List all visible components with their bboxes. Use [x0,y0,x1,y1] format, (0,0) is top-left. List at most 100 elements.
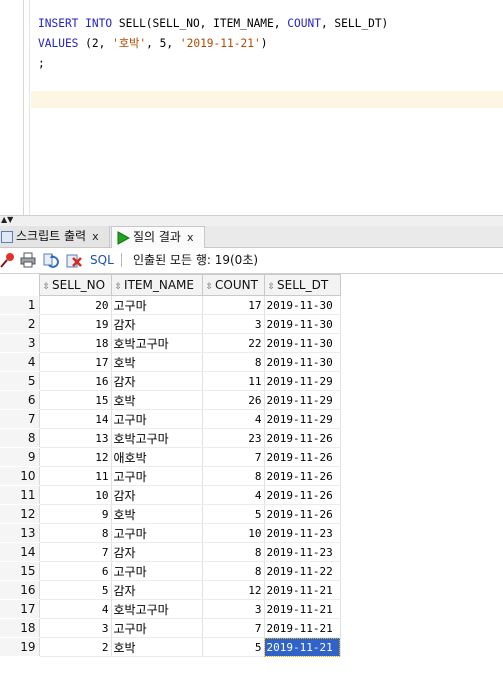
cell-count[interactable]: 26 [202,390,265,410]
cell-sell-no[interactable]: 7 [39,542,112,562]
cell-sell-dt[interactable]: 2019-11-21 [264,618,341,638]
result-grid[interactable]: ⇳ SELL_NO ⇳ ITEM_NAME ⇳ COUNT ⇳ SELL_DT 1 20 고… [0,274,341,657]
cell-count[interactable]: 23 [202,428,265,448]
cell-sell-dt[interactable]: 2019-11-26 [264,447,341,467]
cell-item-name[interactable]: 고구마 [111,618,203,638]
table-row[interactable]: 15 6 고구마 8 2019-11-22 [0,561,341,581]
cell-count[interactable]: 12 [202,580,265,600]
sort-icon[interactable]: ⇳ [268,282,276,292]
pin-icon[interactable] [0,252,16,268]
cell-sell-no[interactable]: 3 [39,618,112,638]
cell-item-name[interactable]: 감자 [111,371,203,391]
cell-sell-dt[interactable]: 2019-11-21 [264,580,341,600]
table-row[interactable]: 6 15 호박 26 2019-11-29 [0,390,341,410]
table-row[interactable]: 1 20 고구마 17 2019-11-30 [0,295,341,315]
table-row[interactable]: 11 10 감자 4 2019-11-26 [0,485,341,505]
table-row[interactable]: 9 12 애호박 7 2019-11-26 [0,447,341,467]
cell-item-name[interactable]: 고구마 [111,466,203,486]
cell-item-name[interactable]: 감자 [111,542,203,562]
cell-count[interactable]: 3 [202,314,265,334]
cell-sell-no[interactable]: 10 [39,485,112,505]
column-header-sell-dt[interactable]: ⇳ SELL_DT [263,274,341,296]
cell-item-name[interactable]: 호박고구마 [111,428,203,448]
cell-count[interactable]: 8 [202,542,265,562]
cell-item-name[interactable]: 고구마 [111,561,203,581]
cell-sell-no[interactable]: 18 [39,333,112,353]
cell-count[interactable]: 4 [202,409,265,429]
cell-sell-no[interactable]: 8 [39,523,112,543]
cell-sell-dt[interactable]: 2019-11-23 [264,542,341,562]
cell-item-name[interactable]: 호박 [111,637,203,657]
cell-item-name[interactable]: 감자 [111,485,203,505]
cell-sell-dt[interactable]: 2019-11-23 [264,523,341,543]
close-icon[interactable]: x [92,226,99,247]
cell-item-name[interactable]: 호박 [111,352,203,372]
cell-count[interactable]: 4 [202,485,265,505]
table-row[interactable]: 8 13 호박고구마 23 2019-11-26 [0,428,341,448]
column-header-item-name[interactable]: ⇳ ITEM_NAME [110,274,203,296]
cell-sell-no[interactable]: 14 [39,409,112,429]
table-row[interactable]: 12 9 호박 5 2019-11-26 [0,504,341,524]
cell-item-name[interactable]: 호박고구마 [111,599,203,619]
cell-count[interactable]: 5 [202,637,265,657]
table-row[interactable]: 19 2 호박 5 2019-11-21 [0,637,341,657]
cell-count[interactable]: 17 [202,295,265,315]
table-row[interactable]: 18 3 고구마 7 2019-11-21 [0,618,341,638]
cell-count[interactable]: 11 [202,371,265,391]
sql-button[interactable]: SQL [90,252,114,268]
cell-sell-no[interactable]: 16 [39,371,112,391]
cell-sell-dt[interactable]: 2019-11-30 [264,333,341,353]
cell-sell-dt[interactable]: 2019-11-29 [264,409,341,429]
sql-code[interactable]: INSERT INTO SELL(SELL_NO, ITEM_NAME, COU… [38,14,388,74]
table-row[interactable]: 10 11 고구마 8 2019-11-26 [0,466,341,486]
cell-count[interactable]: 22 [202,333,265,353]
tab-query-result[interactable]: 질의 결과 x [111,226,205,248]
cell-item-name[interactable]: 고구마 [111,295,203,315]
cell-count[interactable]: 7 [202,618,265,638]
table-row[interactable]: 3 18 호박고구마 22 2019-11-30 [0,333,341,353]
cell-sell-no[interactable]: 11 [39,466,112,486]
cell-count[interactable]: 8 [202,466,265,486]
cell-sell-dt[interactable]: 2019-11-29 [264,371,341,391]
cell-count[interactable]: 3 [202,599,265,619]
cell-sell-dt[interactable]: 2019-11-30 [264,314,341,334]
cell-count[interactable]: 8 [202,561,265,581]
splitter-collapse-icon[interactable]: ▲▼ [1,216,13,224]
table-row[interactable]: 2 19 감자 3 2019-11-30 [0,314,341,334]
cell-sell-dt[interactable]: 2019-11-26 [264,485,341,505]
cell-count[interactable]: 7 [202,447,265,467]
cell-item-name[interactable]: 애호박 [111,447,203,467]
sql-editor[interactable]: INSERT INTO SELL(SELL_NO, ITEM_NAME, COU… [0,0,503,215]
cell-count[interactable]: 8 [202,352,265,372]
cell-item-name[interactable]: 고구마 [111,409,203,429]
cell-sell-no[interactable]: 6 [39,561,112,581]
cell-count[interactable]: 5 [202,504,265,524]
print-icon[interactable] [20,252,36,268]
table-row[interactable]: 14 7 감자 8 2019-11-23 [0,542,341,562]
cell-sell-dt[interactable]: 2019-11-21 [264,599,341,619]
cell-sell-no[interactable]: 2 [39,637,112,657]
cell-sell-dt[interactable]: 2019-11-21 [264,637,341,657]
tab-script-output[interactable]: 스크립트 출력 x [0,226,110,247]
cell-item-name[interactable]: 호박고구마 [111,333,203,353]
cell-item-name[interactable]: 고구마 [111,523,203,543]
table-row[interactable]: 4 17 호박 8 2019-11-30 [0,352,341,372]
close-icon[interactable]: x [187,227,194,248]
sort-icon[interactable]: ⇳ [206,282,214,292]
column-header-count[interactable]: ⇳ COUNT [201,274,265,296]
cell-item-name[interactable]: 감자 [111,314,203,334]
table-row[interactable]: 13 8 고구마 10 2019-11-23 [0,523,341,543]
table-row[interactable]: 17 4 호박고구마 3 2019-11-21 [0,599,341,619]
column-header-sell-no[interactable]: ⇳ SELL_NO [38,274,112,296]
table-row[interactable]: 16 5 감자 12 2019-11-21 [0,580,341,600]
cell-sell-dt[interactable]: 2019-11-26 [264,504,341,524]
cell-sell-dt[interactable]: 2019-11-22 [264,561,341,581]
cell-sell-dt[interactable]: 2019-11-26 [264,428,341,448]
cell-sell-no[interactable]: 5 [39,580,112,600]
cell-sell-no[interactable]: 13 [39,428,112,448]
cell-count[interactable]: 10 [202,523,265,543]
cell-item-name[interactable]: 호박 [111,390,203,410]
cell-sell-no[interactable]: 12 [39,447,112,467]
cell-item-name[interactable]: 호박 [111,504,203,524]
cell-sell-dt[interactable]: 2019-11-26 [264,466,341,486]
